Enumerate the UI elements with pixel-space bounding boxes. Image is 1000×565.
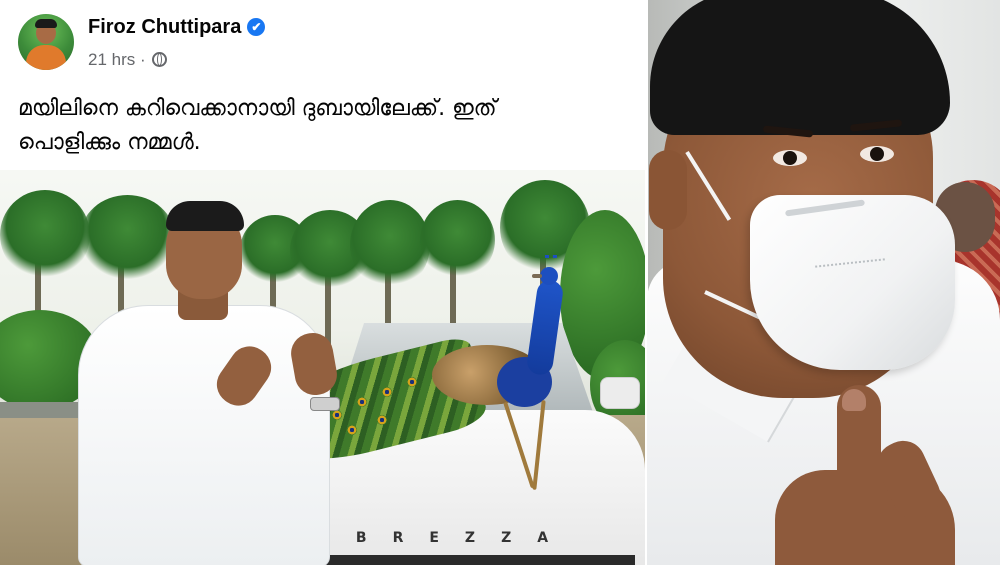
post-meta: 21 hrs · (88, 50, 168, 70)
post-timestamp[interactable]: 21 hrs (88, 50, 135, 69)
author-name[interactable]: Firoz Chuttipara (88, 16, 241, 38)
person-eye (860, 146, 894, 162)
post-caption: മയിലിനെ കറിവെക്കാനായി ദുബായിലേക്ക്. ഇത് … (18, 92, 628, 160)
car-badge: BREZZA (355, 530, 575, 546)
author-name-row: Firoz Chuttipara ✔ (88, 16, 266, 39)
avatar-hair (35, 19, 57, 28)
verified-badge-icon: ✔ (247, 18, 266, 36)
peacock-leg (503, 401, 535, 489)
avatar[interactable] (18, 14, 74, 70)
peacock-feather-eye (377, 415, 387, 425)
masked-man-photo (645, 0, 1000, 565)
peacock-feather-eye (382, 387, 392, 397)
person-ear (649, 150, 687, 230)
person-gesturing (78, 201, 358, 565)
peacock-crest (545, 255, 557, 270)
peacock-neck (525, 278, 565, 377)
person-hair (650, 0, 950, 135)
caption-line-2: പൊളിക്കും നമ്മൾ. (18, 130, 201, 155)
person-eye (773, 150, 807, 166)
peacock-beak (532, 274, 542, 278)
face-mask (750, 195, 955, 370)
peacock-leg (532, 400, 546, 490)
person-hair (166, 201, 244, 231)
facebook-post: Firoz Chuttipara ✔ 21 hrs · മയിലിനെ കറിവെ… (0, 0, 645, 565)
caption-line-1: മയിലിനെ കറിവെക്കാനായി ദുബായിലേക്ക്. ഇത് (18, 96, 497, 121)
peacock-feather-eye (407, 377, 417, 387)
peacock-feather-eye (357, 397, 367, 407)
globe-icon (152, 52, 168, 67)
wrist-watch (310, 397, 340, 411)
meta-separator: · (139, 50, 146, 69)
car-mirror (600, 377, 640, 409)
post-image[interactable]: BREZZA (0, 170, 645, 565)
avatar-shirt (26, 45, 66, 70)
fingernail (842, 389, 866, 411)
